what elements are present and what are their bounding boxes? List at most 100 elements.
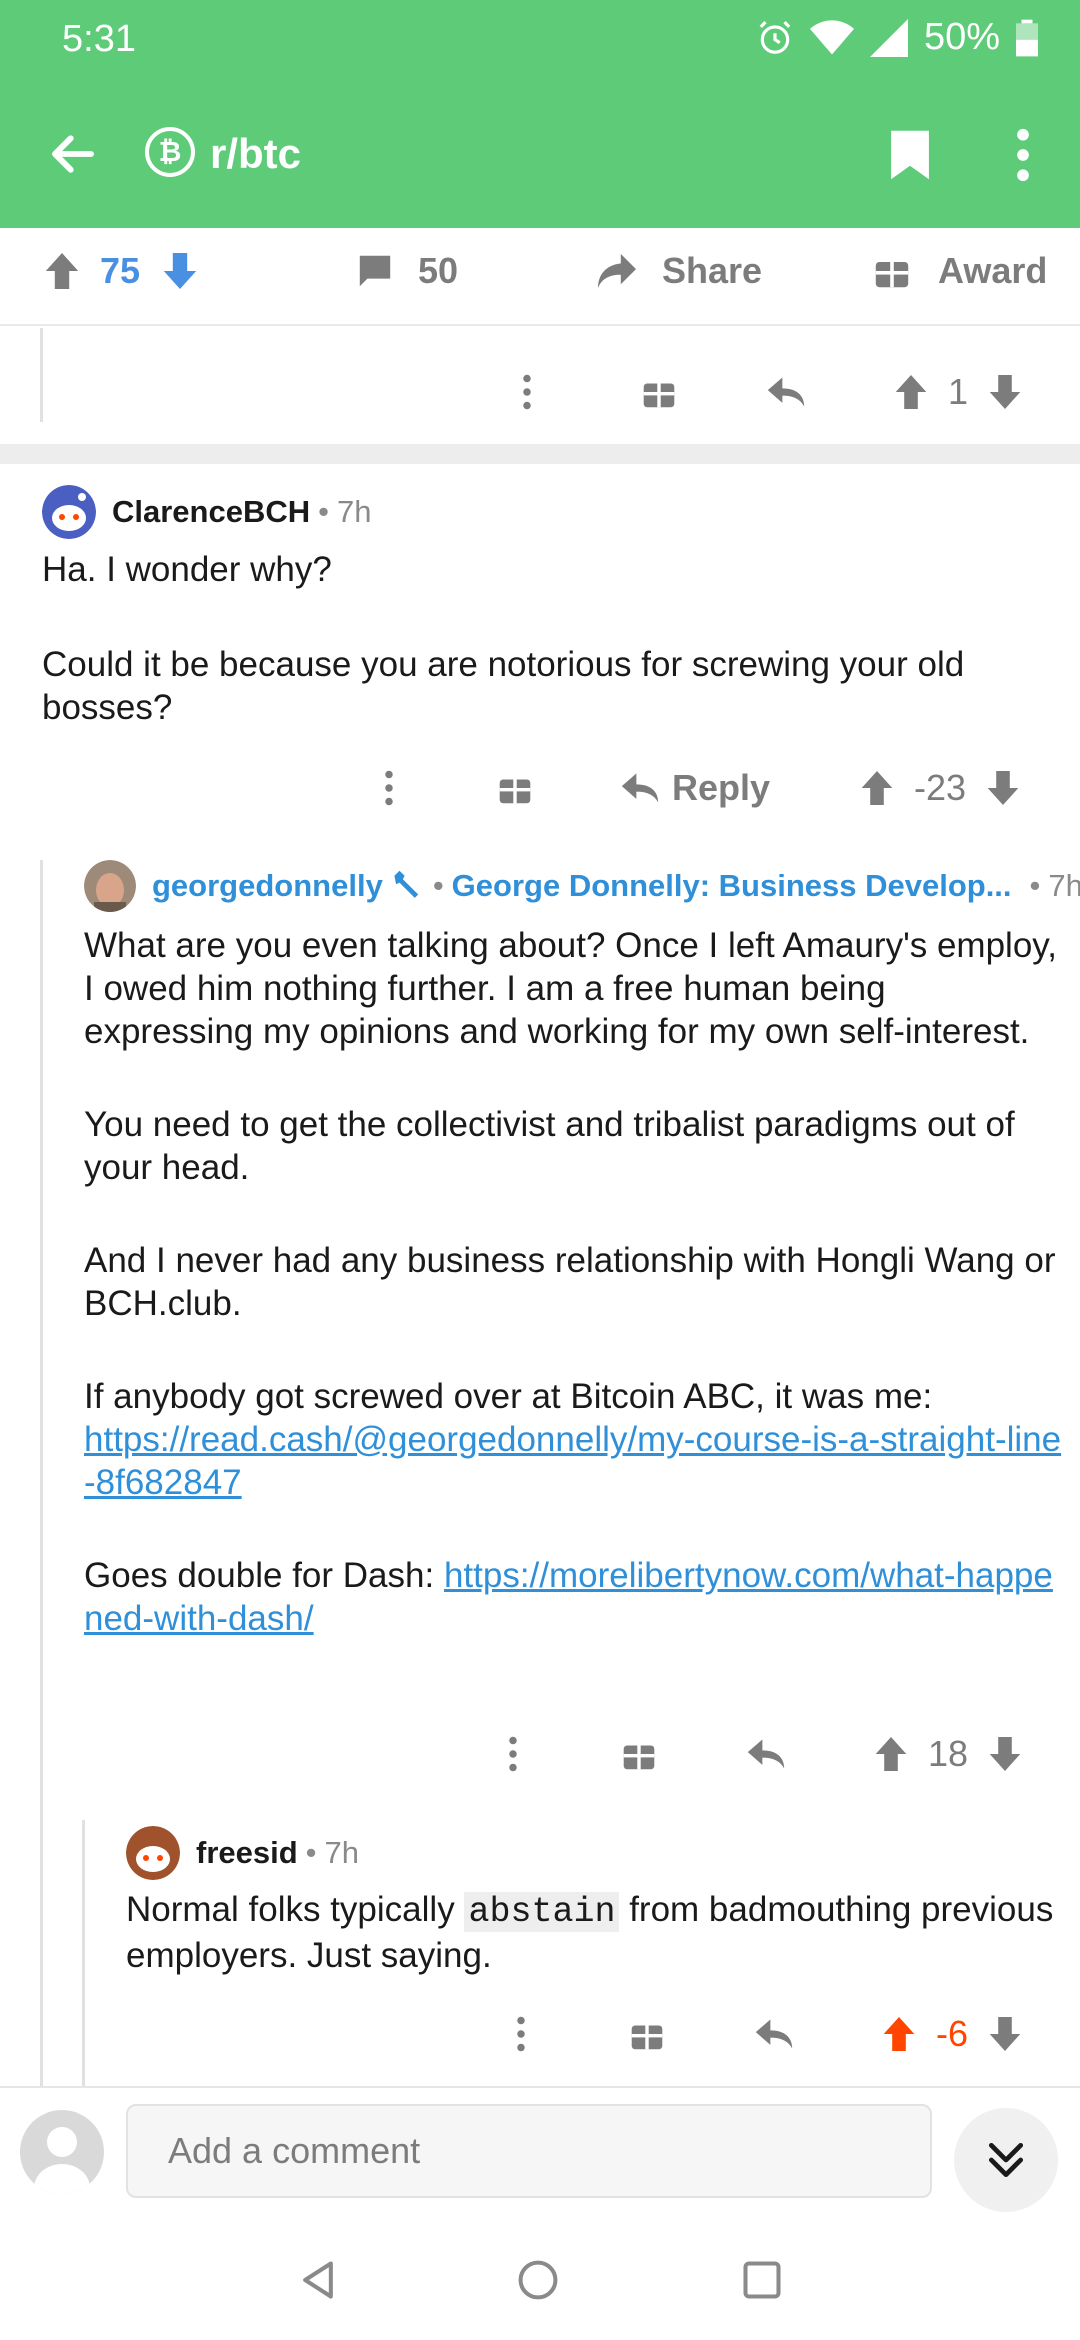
share-button[interactable]: Share	[596, 250, 762, 292]
comment-paragraph: What are you even talking about? Once I …	[84, 926, 1057, 1051]
subreddit-bitcoin-icon[interactable]: ₿	[145, 127, 195, 177]
more-vert-icon	[523, 374, 531, 410]
comment-score: 18	[928, 1733, 969, 1774]
comment-header: ClarenceBCH • 7h	[42, 485, 371, 539]
wrench-icon	[394, 870, 419, 898]
separator-dot: •	[305, 1835, 317, 1870]
more-button[interactable]	[522, 362, 532, 422]
nav-back-icon[interactable]	[296, 2258, 340, 2302]
avatar[interactable]	[84, 860, 136, 912]
share-arrow-icon	[598, 253, 636, 289]
reply-button[interactable]	[754, 2004, 794, 2064]
more-button[interactable]	[384, 758, 394, 818]
separator-dot: •	[432, 868, 444, 903]
more-vert-icon[interactable]	[1008, 128, 1038, 182]
comment-actions: Reply -23	[0, 758, 1080, 818]
comment-username[interactable]: freesid	[196, 1835, 298, 1871]
avatar[interactable]	[126, 1826, 180, 1880]
inline-code: abstain	[464, 1892, 620, 1932]
comment-score: -23	[914, 767, 967, 808]
comment-body: Ha. I wonder why? Could it be because yo…	[42, 548, 1042, 729]
award-button[interactable]: Award	[874, 250, 1047, 292]
comment-text: Goes double for Dash:	[84, 1556, 435, 1595]
upvote-icon[interactable]	[882, 2015, 916, 2053]
downvote-icon[interactable]	[988, 1735, 1022, 1773]
reply-arrow-icon	[621, 773, 659, 803]
award-button[interactable]	[498, 758, 532, 818]
gift-icon	[643, 383, 675, 408]
comment-paragraph: If anybody got screwed over at Bitcoin A…	[84, 1375, 1064, 1504]
add-comment-input[interactable]: Add a comment	[126, 2104, 932, 2198]
upvote-icon[interactable]	[860, 769, 894, 807]
reply-label: Reply	[672, 767, 771, 808]
comments-count-button[interactable]: 50	[356, 250, 458, 292]
reply-arrow-icon	[767, 377, 805, 407]
downvote-icon[interactable]	[988, 373, 1022, 411]
user-avatar[interactable]	[20, 2110, 104, 2194]
upvote-icon[interactable]	[894, 373, 928, 411]
bookmark-icon[interactable]	[888, 128, 932, 182]
signal-icon	[869, 18, 908, 57]
app-bar: ₿ r/btc	[0, 80, 1080, 228]
jump-down-button[interactable]	[954, 2108, 1058, 2212]
comment-paragraph: Normal folks typically abstain from badm…	[126, 1888, 1056, 1977]
comment-score: 1	[948, 371, 969, 412]
more-vert-icon	[385, 770, 393, 806]
upvote-icon[interactable]	[44, 251, 80, 291]
comment-paragraph: You need to get the collectivist and tri…	[84, 1105, 1015, 1187]
gift-icon	[623, 1745, 655, 1770]
comment-username[interactable]: georgedonnelly	[152, 868, 383, 904]
more-vert-icon	[517, 2016, 525, 2052]
comment-paragraph: Could it be because you are notorious fo…	[42, 645, 965, 727]
reply-arrow-icon	[755, 2019, 793, 2049]
more-button[interactable]	[508, 1724, 518, 1784]
comment-paragraph: Goes double for Dash: https://morelibert…	[84, 1554, 1064, 1640]
comment-composer: Add a comment	[0, 2086, 1080, 2218]
comment-time: 7h	[324, 1835, 360, 1870]
comment-body: What are you even talking about? Once I …	[84, 924, 1064, 1640]
award-button[interactable]	[630, 2004, 664, 2064]
award-button[interactable]	[622, 1724, 656, 1784]
comment-link[interactable]: https://read.cash/@georgedonnelly/my-cou…	[84, 1420, 1061, 1502]
comment-header: freesid • 7h	[126, 1826, 359, 1880]
downvote-icon[interactable]	[988, 2015, 1022, 2053]
more-button[interactable]	[516, 2004, 526, 2064]
alarm-icon	[759, 20, 791, 54]
comment-text: Normal folks typically	[126, 1890, 455, 1929]
share-label: Share	[662, 250, 763, 291]
avatar[interactable]	[42, 485, 96, 539]
reply-button[interactable]	[746, 1724, 786, 1784]
status-bar: 5:31 50%	[0, 0, 1080, 80]
subreddit-name[interactable]: r/btc	[210, 130, 301, 178]
nav-recents-icon[interactable]	[740, 2258, 784, 2302]
comment-paragraph: Ha. I wonder why?	[42, 550, 332, 589]
battery-icon	[1016, 19, 1038, 56]
upvote-icon[interactable]	[874, 1735, 908, 1773]
battery-percent: 50%	[923, 16, 1000, 58]
vote-group: 18	[874, 1724, 1022, 1784]
vote-group: -6	[882, 2004, 1022, 2064]
separator-dot: •	[318, 494, 329, 529]
thread-line	[40, 860, 43, 2086]
comment-actions: -6	[0, 2004, 1080, 2064]
downvote-icon[interactable]	[986, 769, 1020, 807]
nav-home-icon[interactable]	[516, 2258, 560, 2302]
reply-button[interactable]: Reply	[620, 758, 770, 818]
double-chevron-down-icon	[988, 2142, 1024, 2178]
comment-actions: 18	[0, 1724, 1080, 1784]
comment-bubble-icon	[359, 255, 391, 287]
more-vert-icon	[509, 1736, 517, 1772]
system-nav-bar	[0, 2216, 1080, 2340]
post-score: 75	[100, 250, 141, 291]
comments-count: 50	[418, 250, 459, 291]
comment-time: 7h	[336, 494, 372, 529]
post-action-bar: 75 50 Share Award	[0, 228, 1080, 326]
award-button[interactable]	[642, 362, 676, 422]
status-time: 5:31	[62, 18, 136, 60]
reply-button[interactable]	[766, 362, 806, 422]
prev-comment-actions: 1	[0, 362, 1080, 422]
comment-username[interactable]: ClarenceBCH	[112, 494, 310, 530]
downvote-icon[interactable]	[162, 251, 198, 291]
comment-text: If anybody got screwed over at Bitcoin A…	[84, 1377, 933, 1416]
back-arrow-icon[interactable]	[46, 124, 100, 184]
